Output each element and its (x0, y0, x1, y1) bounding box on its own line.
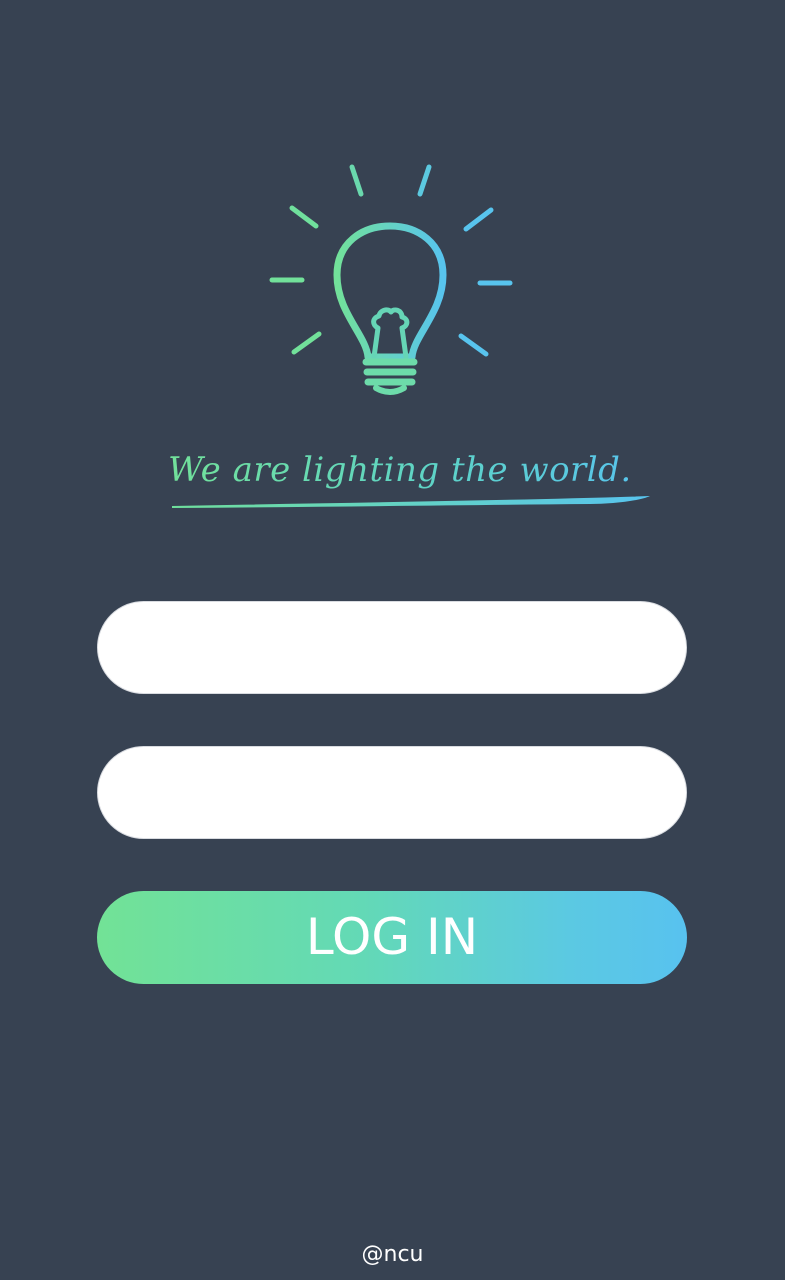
username-input[interactable] (97, 601, 687, 694)
lightbulb-logo (262, 160, 522, 400)
login-button[interactable]: LOG IN (97, 891, 687, 984)
lightbulb-icon (269, 164, 513, 395)
password-input[interactable] (97, 746, 687, 839)
tagline: We are lighting the world. (168, 450, 648, 490)
footer-credit: @ncu (361, 1242, 424, 1267)
tagline-underline (172, 496, 650, 508)
